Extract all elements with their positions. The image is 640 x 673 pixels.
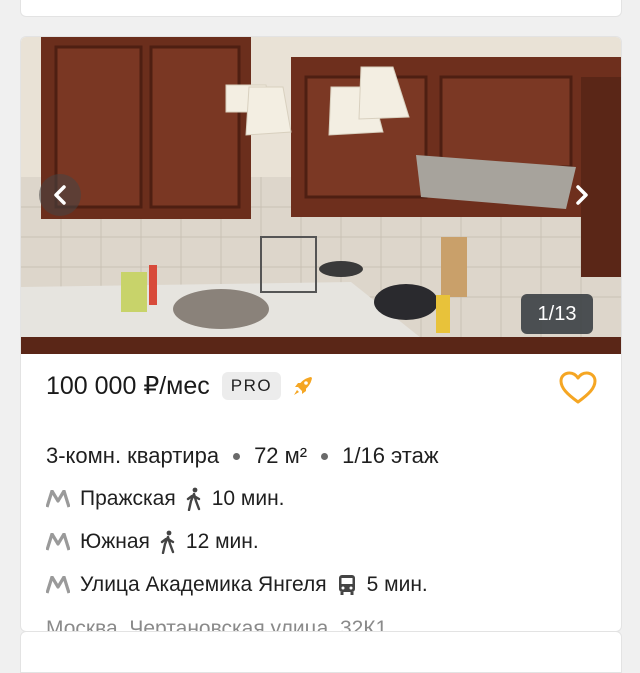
chevron-right-icon <box>576 185 588 205</box>
favorite-button[interactable] <box>559 371 597 410</box>
floor: 1/16 этаж <box>342 443 439 468</box>
previous-listing-card[interactable] <box>20 0 622 17</box>
previous-photo-button[interactable] <box>39 174 81 216</box>
price-row: 100 000 ₽/мес PRO <box>46 369 315 403</box>
metro-travel-time: 12 мин. <box>185 530 259 553</box>
metro-station-row: Южная 12 мин. <box>46 530 259 554</box>
metro-travel-time: 10 мин. <box>211 487 285 510</box>
listing-photo[interactable]: 1/13 <box>21 37 621 354</box>
bus-icon <box>337 574 357 596</box>
walk-icon <box>160 530 176 554</box>
separator-dot <box>321 452 329 460</box>
next-photo-button[interactable] <box>561 174 603 216</box>
heart-icon <box>559 371 597 404</box>
price: 100 000 ₽/мес <box>46 372 210 400</box>
metro-icon <box>46 576 70 594</box>
separator-dot <box>233 452 241 460</box>
listing-card[interactable]: 1/13 100 000 ₽/мес PRO 3-комн. квартира <box>20 36 622 632</box>
metro-station-name: Южная <box>80 530 150 553</box>
next-listing-card[interactable] <box>20 631 622 673</box>
metro-station-name: Пражская <box>80 487 176 510</box>
rooms: 3-комн. квартира <box>46 443 220 468</box>
pro-badge: PRO <box>221 372 282 400</box>
metro-icon <box>46 533 70 551</box>
metro-station-name: Улица Академика Янгеля <box>80 573 327 596</box>
metro-station-row: Пражская 10 мин. <box>46 487 285 511</box>
area: 72 м² <box>254 443 308 468</box>
address: Москва, Чертановская улица, 32К1 <box>46 617 388 632</box>
metro-icon <box>46 490 70 508</box>
listing-params: 3-комн. квартира 72 м² 1/16 этаж <box>46 443 439 469</box>
photo-counter: 1/13 <box>521 294 593 334</box>
metro-station-row: Улица Академика Янгеля 5 мин. <box>46 573 428 597</box>
chevron-left-icon <box>54 185 66 205</box>
walk-icon <box>186 487 202 511</box>
metro-travel-time: 5 мин. <box>366 573 428 596</box>
rocket-icon <box>291 374 315 398</box>
